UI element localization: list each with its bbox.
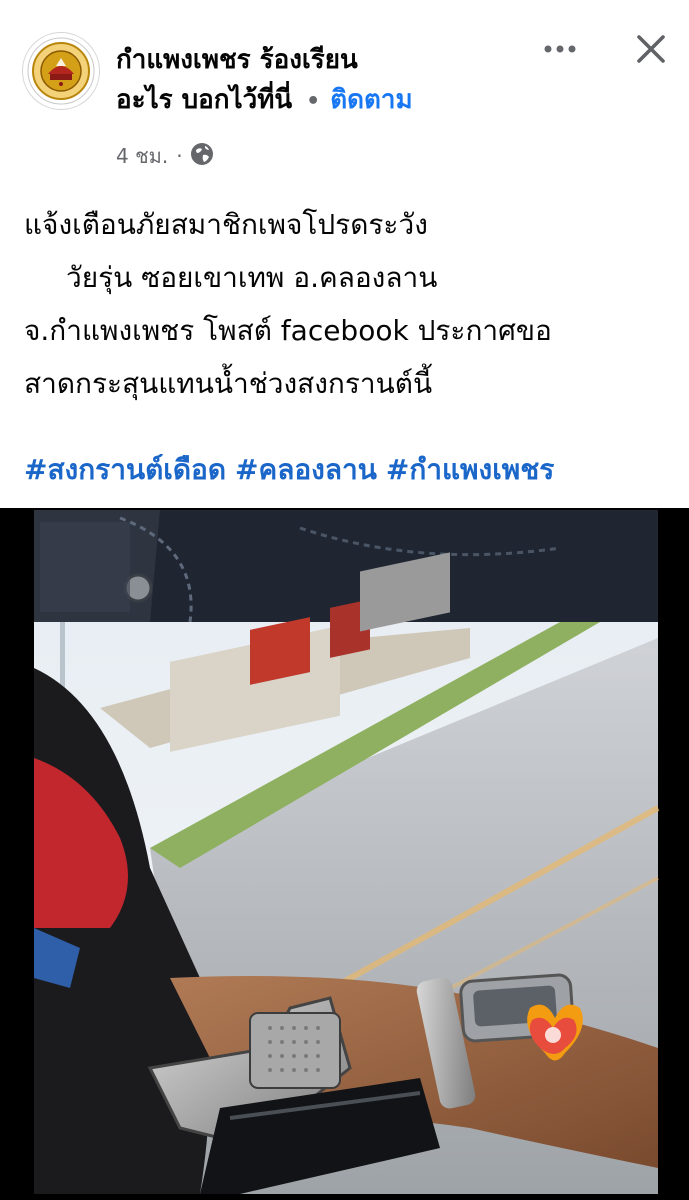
post-timestamp[interactable]: 4 ชม. [116, 140, 168, 172]
meta-separator: · [176, 144, 183, 168]
hashtag-link[interactable]: #กำแพงเพชร [386, 453, 554, 486]
hashtag-list: #สงกรานต์เดือด #คลองลาน #กำแพงเพชร [24, 448, 684, 492]
caption-line-1: แจ้งเตือนภัยสมาชิกเพจโปรดระวัง [24, 208, 428, 241]
caption-line-4: สาดกระสุนแทนน้ำช่วงสงกรานต์นี้ [24, 367, 433, 400]
globe-icon[interactable] [189, 141, 215, 172]
hashtag-link[interactable]: #คลองลาน [235, 453, 377, 486]
follow-button[interactable]: ติดตาม [330, 85, 412, 115]
name-separator: • [306, 89, 321, 114]
close-icon[interactable] [630, 28, 672, 70]
facebook-post: กำแพงเพชร ร้องเรียน อะไร บอกไว้ที่นี่ • ติ… [0, 0, 689, 1200]
post-photo[interactable] [0, 508, 689, 1200]
page-name[interactable]: กำแพงเพชร ร้องเรียน อะไร บอกไว้ที่นี่ • ติ… [116, 40, 536, 122]
page-name-line-1[interactable]: กำแพงเพชร ร้องเรียน [116, 40, 536, 80]
page-avatar[interactable] [22, 32, 100, 110]
page-name-line-2[interactable]: อะไร บอกไว้ที่นี่ [116, 85, 292, 115]
page-logo-seal [27, 37, 95, 105]
more-dots-icon[interactable] [540, 34, 580, 64]
post-photo-image [0, 508, 689, 1200]
post-meta: 4 ชม. · [116, 140, 215, 172]
caption-line-3: จ.กำแพงเพชร โพสต์ facebook ประกาศขอ [24, 314, 552, 347]
caption-line-2: วัยรุ่น ซอยเขาเทพ อ.คลองลาน [66, 261, 438, 294]
hashtag-link[interactable]: #สงกรานต์เดือด [24, 453, 226, 486]
post-caption: แจ้งเตือนภัยสมาชิกเพจโปรดระวัง วัยรุ่น ซ… [24, 198, 674, 410]
